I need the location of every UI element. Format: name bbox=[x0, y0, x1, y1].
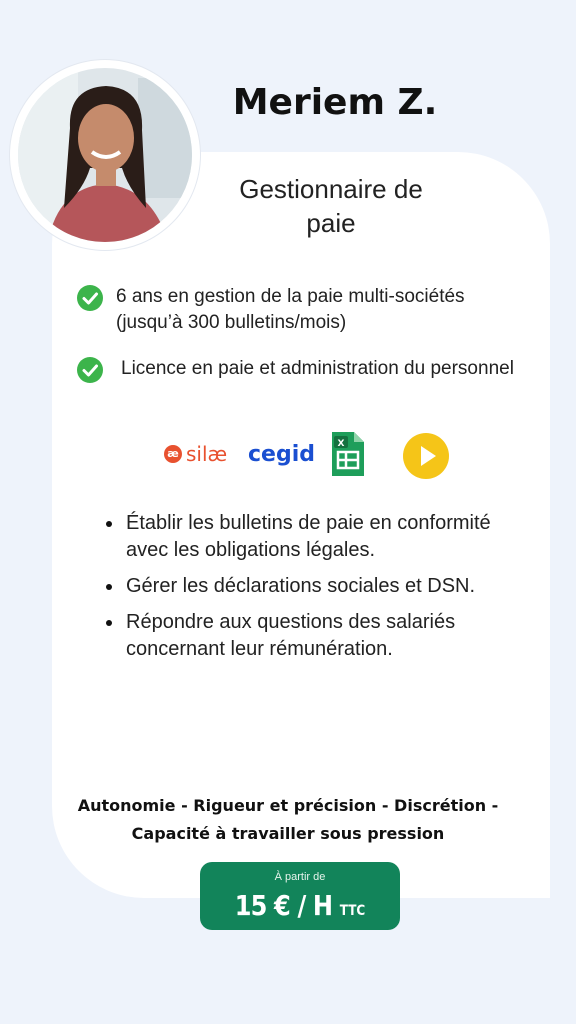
profile-name: Meriem Z. bbox=[232, 82, 438, 123]
task-item: Gérer les déclarations sociales et DSN. bbox=[104, 573, 524, 600]
skills-line: Capacité à travailler sous pression bbox=[131, 824, 445, 843]
silae-label: silæ bbox=[186, 442, 228, 466]
highlight-text: 6 ans en gestion de la paie multi-sociét… bbox=[116, 286, 465, 333]
check-circle-icon bbox=[77, 357, 103, 383]
skills-line: Autonomie - Rigueur et précision - Discr… bbox=[77, 796, 499, 815]
soft-skills: Autonomie - Rigueur et précision - Discr… bbox=[70, 792, 506, 848]
profile-role: Gestionnaire de paie bbox=[239, 174, 423, 238]
avatar bbox=[10, 60, 200, 250]
price-from-label: À partir de bbox=[274, 871, 326, 883]
avatar-photo bbox=[18, 68, 192, 242]
price-amount: 15 € / H TTC bbox=[214, 889, 386, 922]
task-item: Répondre aux questions des salariés conc… bbox=[104, 609, 524, 663]
silae-mark-icon: æ bbox=[164, 445, 182, 463]
tools-row: æ silæ cegid X bbox=[160, 428, 460, 484]
silae-logo: æ silæ bbox=[164, 442, 227, 466]
price-suffix: TTC bbox=[339, 903, 366, 919]
svg-text:X: X bbox=[338, 439, 345, 449]
cegid-logo: cegid bbox=[248, 442, 315, 467]
task-item: Établir les bulletins de paie en conform… bbox=[104, 510, 524, 564]
tasks-list: Établir les bulletins de paie en conform… bbox=[104, 510, 524, 672]
price-badge[interactable]: À partir de 15 € / H TTC bbox=[200, 862, 400, 930]
check-circle-icon bbox=[77, 285, 103, 311]
price-value: 15 € / H bbox=[234, 889, 333, 922]
sheets-icon: X bbox=[332, 432, 364, 476]
highlight-text: Licence en paie et administration du per… bbox=[121, 358, 514, 379]
play-icon bbox=[403, 433, 449, 479]
